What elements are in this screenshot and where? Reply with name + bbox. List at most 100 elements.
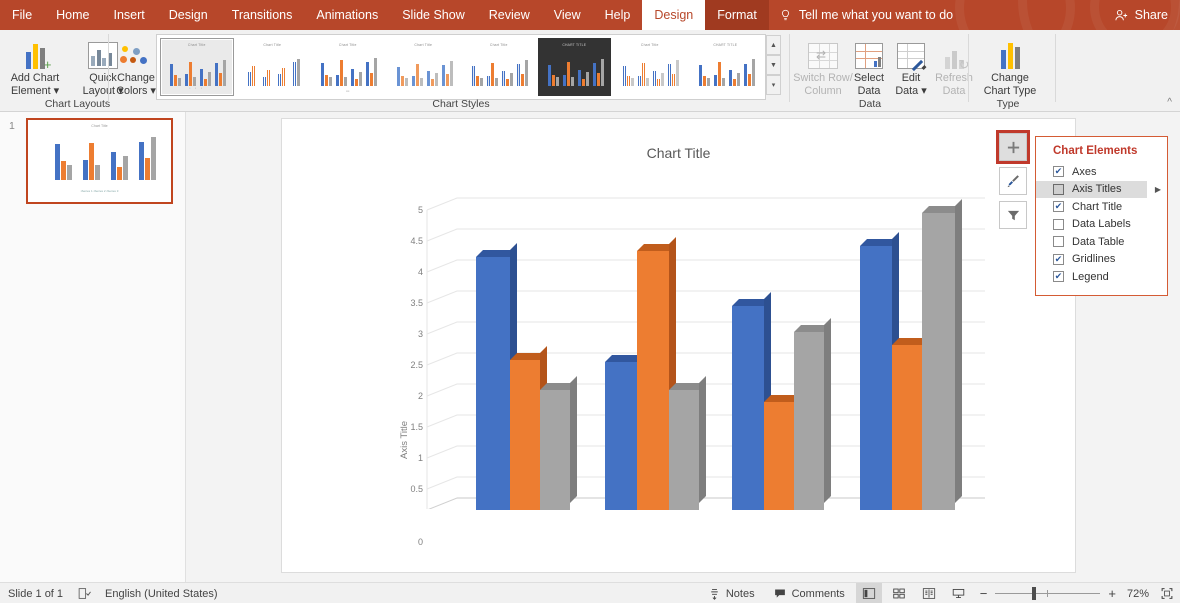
- thumb-title: CHART TITLE: [539, 43, 611, 47]
- normal-view-button[interactable]: [856, 583, 882, 603]
- slideshow-view-button[interactable]: [946, 583, 972, 603]
- change-chart-type-label-2: Chart Type: [972, 85, 1048, 98]
- comment-bubble-icon: [773, 587, 787, 600]
- share-button[interactable]: Share: [1114, 0, 1168, 30]
- gallery-more-button[interactable]: ▾: [766, 75, 781, 95]
- chart-style-thumbnail[interactable]: Chart Title: [462, 38, 536, 96]
- comments-button[interactable]: Comments: [766, 583, 852, 603]
- checkbox-data-labels[interactable]: [1053, 219, 1064, 230]
- add-chart-element-label-2: Element: [11, 85, 51, 97]
- fit-to-window-icon[interactable]: [1160, 587, 1174, 600]
- checkbox-axis-titles[interactable]: [1053, 184, 1064, 195]
- funnel-icon: [1006, 208, 1021, 223]
- chart-plot-area[interactable]: 5 4.5 4 3.5 3 2.5 2 1.5 1 0.5 0 Axis Tit…: [282, 169, 1077, 509]
- thumb-chart-title: Chart Title: [28, 124, 171, 128]
- select-data-label-1: Select: [848, 72, 890, 85]
- bar-cat1-series3[interactable]: [540, 390, 570, 510]
- chart-title[interactable]: Chart Title: [282, 145, 1075, 161]
- chart-style-thumbnail[interactable]: Chart Title: [387, 38, 461, 96]
- chevron-down-icon[interactable]: ▾: [54, 85, 59, 97]
- chart-style-thumbnail[interactable]: Chart Title ▪▪▪: [311, 38, 385, 96]
- chart-element-item-chart-title[interactable]: ✔ Chart Title: [1036, 198, 1167, 216]
- bar-cat1-series1[interactable]: [476, 257, 510, 510]
- checkbox-gridlines[interactable]: ✔: [1053, 254, 1064, 265]
- checkbox-legend[interactable]: ✔: [1053, 271, 1064, 282]
- normal-view-icon: [862, 587, 876, 600]
- switch-row-column-button[interactable]: ⇄ Switch Row/ Column: [792, 33, 854, 97]
- chart-styles-button[interactable]: [999, 167, 1027, 195]
- ribbon-divider: [968, 34, 969, 102]
- bar-cat4-series2[interactable]: [892, 345, 922, 510]
- bar-cat4-series1[interactable]: [860, 246, 892, 510]
- menu-item-slide-show[interactable]: Slide Show: [390, 0, 477, 30]
- menu-item-design[interactable]: Design: [157, 0, 220, 30]
- chart-element-item-legend[interactable]: ✔ Legend: [1036, 268, 1167, 286]
- edit-data-icon: [890, 33, 932, 69]
- switch-row-column-label-1: Switch Row/: [792, 72, 854, 85]
- slide-sorter-view-button[interactable]: [886, 583, 912, 603]
- edit-data-button[interactable]: Edit Data ▾: [890, 33, 932, 97]
- chart-element-item-axis-titles[interactable]: Axis Titles ▶: [1036, 181, 1147, 199]
- zoom-slider-handle[interactable]: [1032, 587, 1036, 600]
- menu-item-view[interactable]: View: [542, 0, 593, 30]
- collapse-ribbon-icon[interactable]: ^: [1167, 97, 1172, 108]
- chart-filters-button[interactable]: [999, 201, 1027, 229]
- chevron-down-icon[interactable]: ▾: [150, 85, 155, 97]
- slide-canvas[interactable]: Chart Title 5 4.5 4 3.5 3 2.5 2 1.5 1 0.…: [281, 118, 1076, 573]
- chevron-down-icon[interactable]: ▾: [921, 85, 926, 97]
- zoom-level-label[interactable]: 72%: [1124, 588, 1152, 600]
- menu-item-chart-format[interactable]: Format: [705, 0, 769, 30]
- accessibility-check-icon[interactable]: [77, 587, 91, 600]
- gallery-scrollbar[interactable]: ▲ ▼ ▾: [766, 35, 781, 95]
- chart-style-thumbnail[interactable]: Chart Title: [613, 38, 687, 96]
- chart-style-thumbnail[interactable]: CHART TITLE: [538, 38, 612, 96]
- chart-element-item-axes[interactable]: ✔ Axes: [1036, 163, 1167, 181]
- menu-item-review[interactable]: Review: [477, 0, 542, 30]
- select-data-button[interactable]: Select Data: [848, 33, 890, 97]
- bar-cat1-series2[interactable]: [510, 360, 540, 510]
- bar-cat3-series3[interactable]: [794, 332, 824, 510]
- add-chart-element-button[interactable]: + Add Chart Element ▾: [4, 33, 66, 97]
- ribbon-group-type: Change Chart Type Type: [970, 30, 1050, 112]
- notes-button[interactable]: Notes: [701, 583, 762, 603]
- checkbox-axes[interactable]: ✔: [1053, 166, 1064, 177]
- slideshow-icon: [951, 587, 966, 600]
- zoom-out-button[interactable]: −: [976, 586, 992, 601]
- chart-element-item-data-labels[interactable]: Data Labels: [1036, 216, 1167, 234]
- bar-cat3-series1[interactable]: [732, 306, 764, 510]
- language-indicator[interactable]: English (United States): [105, 588, 218, 600]
- menu-item-file[interactable]: File: [0, 0, 44, 30]
- menu-item-transitions[interactable]: Transitions: [220, 0, 305, 30]
- menu-item-home[interactable]: Home: [44, 0, 101, 30]
- chart-element-item-data-table[interactable]: Data Table: [1036, 233, 1167, 251]
- chart-styles-gallery[interactable]: Chart Title ▪ ▪ ▪ Chart Title: [156, 34, 766, 100]
- bar-cat2-series1[interactable]: [605, 362, 637, 510]
- bar-cat3-series2[interactable]: [764, 402, 794, 510]
- chart-element-item-gridlines[interactable]: ✔ Gridlines: [1036, 251, 1167, 269]
- checkbox-chart-title[interactable]: ✔: [1053, 201, 1064, 212]
- reading-view-button[interactable]: [916, 583, 942, 603]
- reading-view-icon: [922, 587, 936, 600]
- change-chart-type-button[interactable]: Change Chart Type: [972, 33, 1048, 97]
- chart-style-thumbnail[interactable]: Chart Title ▪ ▪ ▪: [160, 38, 234, 96]
- menu-item-help[interactable]: Help: [593, 0, 643, 30]
- bar-cat2-series2[interactable]: [637, 251, 669, 510]
- slide-indicator[interactable]: Slide 1 of 1: [8, 588, 63, 600]
- chart-elements-button[interactable]: [999, 133, 1027, 161]
- switch-row-column-label-2: Column: [792, 85, 854, 98]
- zoom-in-button[interactable]: +: [1104, 586, 1120, 601]
- menu-item-insert[interactable]: Insert: [102, 0, 157, 30]
- menu-item-chart-design[interactable]: Design: [642, 0, 705, 30]
- menu-item-animations[interactable]: Animations: [304, 0, 390, 30]
- chart-style-thumbnail[interactable]: CHART TITLE: [689, 38, 763, 96]
- submenu-arrow-icon[interactable]: ▶: [1155, 185, 1161, 194]
- gallery-scroll-down-button[interactable]: ▼: [766, 55, 781, 75]
- gallery-scroll-up-button[interactable]: ▲: [766, 35, 781, 55]
- slide-thumbnail-1[interactable]: Chart Title ▪Series 1 ▪Series 2 ▪Series …: [26, 118, 173, 204]
- bar-cat2-series3[interactable]: [669, 390, 699, 510]
- checkbox-data-table[interactable]: [1053, 236, 1064, 247]
- bar-cat4-series3[interactable]: [922, 213, 955, 510]
- zoom-slider[interactable]: [995, 583, 1100, 603]
- chart-style-thumbnail[interactable]: Chart Title: [236, 38, 310, 96]
- tell-me-search[interactable]: Tell me what you want to do: [769, 0, 963, 30]
